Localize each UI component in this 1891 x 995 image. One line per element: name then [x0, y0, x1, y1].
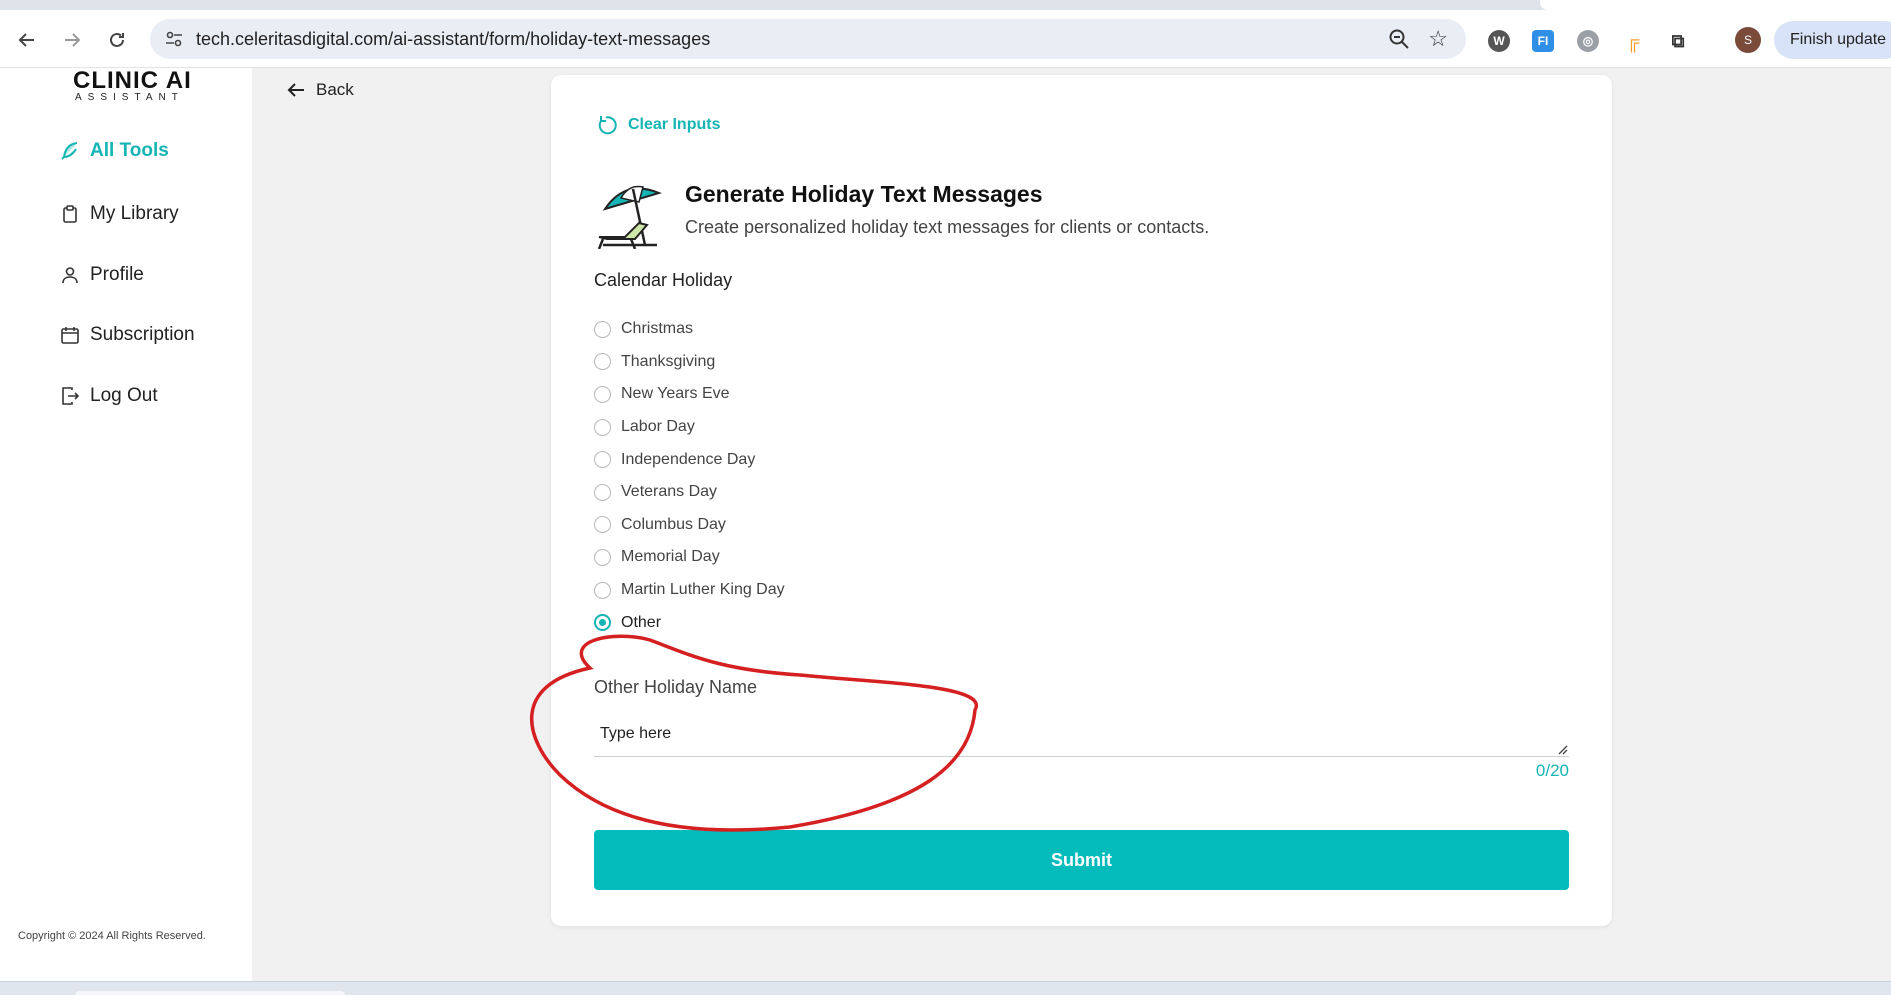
- address-bar[interactable]: tech.celeritasdigital.com/ai-assistant/f…: [150, 19, 1466, 59]
- radio-option-independence-day[interactable]: Independence Day: [594, 443, 785, 476]
- page-title: Generate Holiday Text Messages: [685, 181, 1043, 207]
- sidebar-item-log-out[interactable]: Log Out: [60, 385, 158, 407]
- other-holiday-name-label: Other Holiday Name: [594, 677, 758, 697]
- clear-inputs-label: Clear Inputs: [628, 116, 721, 133]
- radio-option-other[interactable]: Other: [594, 606, 785, 639]
- radio-label: Martin Luther King Day: [621, 581, 785, 599]
- sidebar-item-label: Profile: [90, 264, 144, 285]
- radio-circle[interactable]: [594, 320, 611, 338]
- sidebar-item-profile[interactable]: Profile: [60, 264, 144, 286]
- profile-avatar[interactable]: S: [1735, 27, 1761, 53]
- radio-circle[interactable]: [594, 483, 611, 501]
- holiday-radio-group: Christmas Thanksgiving New Years Eve Lab…: [594, 313, 785, 639]
- tab-strip: [0, 0, 1891, 10]
- clinic-ai-logo[interactable]: CLINIC AI ASSISTANT: [73, 67, 192, 104]
- sidebar-item-label: Subscription: [90, 324, 195, 345]
- fi-extension-icon[interactable]: FI: [1532, 30, 1554, 52]
- radio-circle[interactable]: [594, 516, 611, 534]
- submit-button[interactable]: Submit: [594, 830, 1569, 890]
- back-label: Back: [316, 80, 354, 99]
- w-extension-icon[interactable]: W: [1488, 30, 1510, 52]
- sidebar-item-label: My Library: [90, 203, 179, 224]
- resize-handle-icon[interactable]: [1556, 743, 1568, 755]
- radio-option-mlk-day[interactable]: Martin Luther King Day: [594, 574, 785, 607]
- back-link[interactable]: Back: [286, 80, 354, 100]
- finish-update-button[interactable]: Finish update: [1774, 21, 1891, 59]
- logo-line2: ASSISTANT: [75, 92, 184, 103]
- sidebar-item-my-library[interactable]: My Library: [60, 203, 179, 225]
- clipboard-icon: [63, 205, 77, 223]
- site-settings-icon[interactable]: [164, 29, 184, 49]
- copyright-text: Copyright © 2024 All Rights Reserved.: [18, 930, 206, 942]
- sidebar-item-all-tools[interactable]: All Tools: [60, 140, 169, 162]
- radio-label: Christmas: [621, 320, 694, 338]
- radio-option-christmas[interactable]: Christmas: [594, 313, 785, 346]
- radio-label: Veterans Day: [621, 483, 718, 501]
- sidebar-item-label: All Tools: [90, 140, 169, 161]
- bottom-taskbar-strip: [0, 981, 1891, 995]
- radio-option-memorial-day[interactable]: Memorial Day: [594, 541, 785, 574]
- radio-circle[interactable]: [594, 548, 611, 566]
- radio-option-labor-day[interactable]: Labor Day: [594, 411, 785, 444]
- feather-icon: [61, 142, 78, 160]
- forward-arrow-icon[interactable]: [58, 26, 86, 54]
- browser-toolbar: tech.celeritasdigital.com/ai-assistant/f…: [0, 10, 1891, 68]
- back-arrow-icon[interactable]: [13, 26, 41, 54]
- radio-option-columbus-day[interactable]: Columbus Day: [594, 509, 785, 542]
- radio-label: Independence Day: [621, 450, 756, 468]
- grid-extension-icon[interactable]: ╔: [1622, 30, 1644, 52]
- zoom-icon[interactable]: [1388, 28, 1410, 50]
- radio-circle-selected[interactable]: [594, 614, 611, 632]
- radio-circle[interactable]: [594, 581, 611, 599]
- radio-label: New Years Eve: [621, 385, 730, 403]
- radio-option-new-years-eve[interactable]: New Years Eve: [594, 378, 785, 411]
- radio-label: Columbus Day: [621, 515, 726, 533]
- user-icon: [62, 267, 78, 284]
- bookmark-star-icon[interactable]: ☆: [1428, 26, 1448, 52]
- character-counter: 0/20: [1535, 761, 1569, 780]
- radio-label: Thanksgiving: [621, 352, 716, 370]
- globe-extension-icon[interactable]: ◎: [1577, 30, 1599, 52]
- logout-icon: [62, 387, 80, 405]
- radio-option-veterans-day[interactable]: Veterans Day: [594, 476, 785, 509]
- puzzle-extension-icon[interactable]: ⧉: [1667, 30, 1689, 52]
- logo-line1: CLINIC AI: [73, 67, 192, 94]
- radio-circle[interactable]: [594, 353, 611, 371]
- page-subtitle: Create personalized holiday text message…: [685, 217, 1210, 237]
- back-arrow-icon: [287, 83, 304, 97]
- radio-circle[interactable]: [594, 451, 611, 469]
- form-header: Generate Holiday Text Messages Create pe…: [595, 175, 1209, 249]
- clear-inputs-button[interactable]: Clear Inputs: [595, 113, 720, 137]
- tab-piece[interactable]: [1540, 0, 1891, 10]
- radio-label: Memorial Day: [621, 548, 720, 566]
- refresh-icon: [598, 116, 617, 135]
- sidebar-item-label: Log Out: [90, 385, 158, 406]
- radio-label: Labor Day: [621, 418, 695, 436]
- taskbar-pill[interactable]: [75, 991, 345, 995]
- holiday-form-card: Clear Inputs Generate Holiday Text Messa…: [551, 75, 1612, 926]
- other-holiday-name-input[interactable]: [594, 715, 1569, 757]
- sidebar-item-subscription[interactable]: Subscription: [60, 324, 195, 346]
- sidebar: CLINIC AI ASSISTANT All Tools My Library…: [0, 68, 252, 981]
- calendar-holiday-label: Calendar Holiday: [594, 270, 733, 290]
- beach-umbrella-chair-icon: [597, 185, 663, 249]
- calendar-icon: [61, 327, 79, 344]
- reload-icon[interactable]: [103, 26, 131, 54]
- radio-option-thanksgiving[interactable]: Thanksgiving: [594, 346, 785, 379]
- radio-label: Other: [621, 613, 662, 631]
- radio-circle[interactable]: [594, 385, 611, 403]
- url-text[interactable]: tech.celeritasdigital.com/ai-assistant/f…: [196, 29, 710, 50]
- radio-circle[interactable]: [594, 418, 611, 436]
